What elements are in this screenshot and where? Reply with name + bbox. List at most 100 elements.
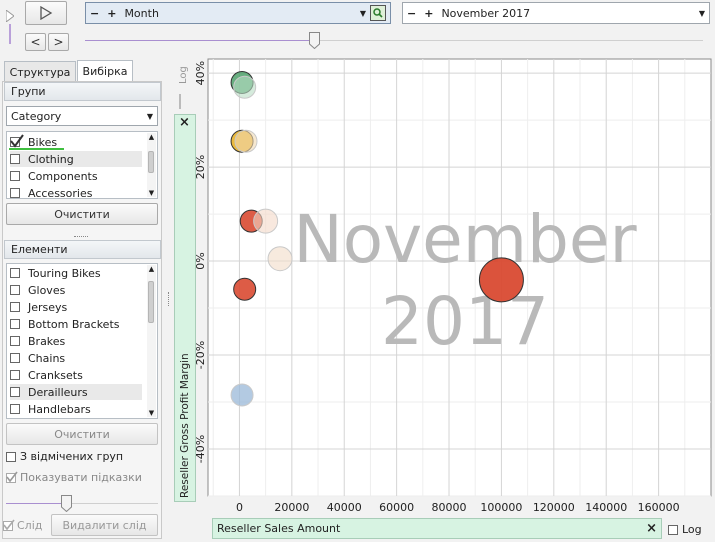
checkbox[interactable]: [10, 353, 20, 363]
checkbox: [3, 519, 15, 531]
timeline-slider-thumb[interactable]: [309, 32, 320, 50]
from-checked-groups-option[interactable]: З відмічених груп: [6, 450, 123, 463]
play-button[interactable]: [25, 1, 67, 25]
checkbox[interactable]: [10, 319, 20, 329]
trail-slider-track-filled: [6, 503, 66, 504]
time-value-dropdown[interactable]: − + November 2017 ▼: [402, 2, 710, 24]
data-point: [234, 129, 258, 153]
scroll-thumb[interactable]: [148, 281, 154, 323]
x-log-option[interactable]: Log: [668, 523, 702, 536]
y-log-label: Log: [178, 66, 189, 84]
groups-dropdown[interactable]: Category ▼: [6, 106, 158, 126]
splitter-handle[interactable]: [74, 236, 88, 239]
x-tick-label: 80000: [432, 501, 467, 514]
groups-header: Групи: [4, 82, 161, 101]
scrollbar[interactable]: ▲ ▼: [147, 265, 156, 417]
y-tick-label: 40%: [196, 61, 207, 85]
checkbox[interactable]: [10, 370, 20, 380]
list-item[interactable]: Bottom Brackets: [10, 316, 142, 332]
y-measure-label: Reseller Gross Profit Margin: [179, 353, 191, 498]
x-measure-label: Reseller Sales Amount: [217, 522, 341, 535]
data-point: [233, 75, 257, 99]
list-item-label: Bottom Brackets: [28, 317, 120, 331]
list-item[interactable]: Derailleurs: [10, 384, 142, 400]
checkbox[interactable]: [10, 171, 20, 181]
groups-list: Bikes Clothing Components Accessories ▲ …: [6, 131, 158, 199]
checkbox[interactable]: [10, 285, 20, 295]
close-icon[interactable]: ×: [646, 521, 657, 536]
option-label: Слід: [17, 519, 43, 532]
checkbox[interactable]: [10, 154, 20, 164]
y-tick-label: -40%: [196, 435, 207, 463]
tab-selection[interactable]: Вибірка: [77, 60, 133, 82]
watermark-month: November: [293, 201, 637, 278]
checkbox[interactable]: [10, 387, 20, 397]
chevron-left-icon: <: [30, 35, 41, 49]
list-item[interactable]: Gloves: [10, 282, 142, 298]
list-item[interactable]: Brakes: [10, 333, 142, 349]
dropdown-arrow-icon[interactable]: ▼: [147, 112, 153, 121]
x-tick-label: 100000: [480, 501, 522, 514]
x-tick-label: 120000: [533, 501, 575, 514]
expand-icon[interactable]: +: [107, 7, 116, 20]
list-item[interactable]: Touring Bikes: [10, 265, 142, 281]
dropdown-arrow-icon[interactable]: ▼: [699, 9, 705, 18]
y-log-checkbox[interactable]: [179, 94, 181, 109]
checkbox[interactable]: [10, 134, 24, 148]
list-item-label: Touring Bikes: [28, 266, 101, 280]
checkbox[interactable]: [10, 404, 20, 414]
scroll-thumb[interactable]: [148, 151, 154, 173]
dropdown-arrow-icon[interactable]: ▼: [360, 9, 366, 18]
x-measure-drop-zone[interactable]: Reseller Sales Amount ×: [212, 518, 662, 539]
groups-clear-button[interactable]: Очистити: [6, 203, 158, 225]
option-label: З відмічених груп: [20, 450, 124, 463]
checkbox[interactable]: [10, 336, 20, 346]
checkbox[interactable]: [10, 268, 20, 278]
x-tick-label: 160000: [638, 501, 680, 514]
x-log-label: Log: [682, 523, 702, 536]
tab-structure[interactable]: Структура: [4, 61, 76, 82]
x-log-checkbox[interactable]: [668, 524, 678, 535]
x-tick-label: 40000: [327, 501, 362, 514]
expand-icon[interactable]: +: [424, 7, 433, 20]
scroll-up-icon[interactable]: ▲: [147, 133, 156, 141]
checkbox[interactable]: [6, 451, 16, 462]
list-item[interactable]: Handlebars: [10, 401, 142, 417]
list-item-label: Chains: [28, 351, 66, 365]
checkbox[interactable]: [10, 188, 20, 198]
collapse-icon[interactable]: −: [90, 7, 99, 20]
list-item-label: Bikes: [28, 135, 58, 149]
y-measure-drop-zone[interactable]: × Reseller Gross Profit Margin: [174, 114, 196, 502]
scroll-up-icon[interactable]: ▲: [147, 265, 156, 273]
list-item[interactable]: Clothing: [10, 151, 142, 167]
collapse-icon[interactable]: −: [407, 7, 416, 20]
data-point: [478, 257, 524, 303]
list-item[interactable]: Chains: [10, 350, 142, 366]
close-icon[interactable]: ×: [179, 115, 190, 130]
time-dimension-dropdown[interactable]: − + Month ▼: [85, 2, 391, 24]
scrollbar[interactable]: ▲ ▼: [147, 133, 156, 197]
splitter-handle[interactable]: [168, 292, 171, 306]
checkmark-icon: [3, 519, 15, 530]
prev-button[interactable]: <: [25, 33, 46, 51]
next-button[interactable]: >: [48, 33, 69, 51]
trail-slider-thumb[interactable]: [61, 495, 72, 513]
checkmark-icon: [6, 471, 18, 482]
list-item[interactable]: Components: [10, 168, 142, 184]
scroll-down-icon[interactable]: ▼: [147, 409, 156, 417]
x-tick-label: 140000: [585, 501, 627, 514]
list-item[interactable]: Jerseys: [10, 299, 142, 315]
list-item[interactable]: Cranksets: [10, 367, 142, 383]
elements-title: Елементи: [11, 243, 68, 256]
play-slider-marker[interactable]: [5, 9, 15, 23]
y-tick-label: 0%: [196, 252, 207, 269]
list-item-label: Components: [28, 169, 98, 183]
search-icon[interactable]: [370, 5, 386, 21]
checkbox[interactable]: [10, 302, 20, 312]
watermark-year: 2017: [381, 283, 549, 360]
data-point: [233, 277, 257, 301]
list-item-label: Accessories: [28, 186, 93, 199]
elements-list: Touring Bikes Gloves Jerseys Bottom Brac…: [6, 263, 158, 419]
list-item[interactable]: Accessories: [10, 185, 142, 199]
scroll-down-icon[interactable]: ▼: [147, 189, 156, 197]
